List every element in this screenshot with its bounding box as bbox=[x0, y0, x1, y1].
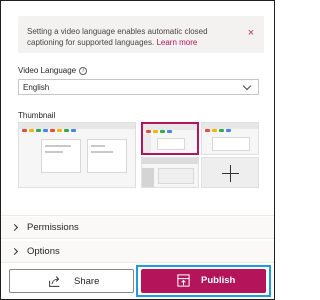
thumbnail-preview-card bbox=[212, 137, 250, 151]
share-button[interactable]: Share bbox=[9, 269, 134, 293]
plus-icon-horizontal bbox=[222, 173, 239, 174]
options-section-toggle[interactable]: Options bbox=[1, 241, 274, 263]
chevron-right-icon bbox=[10, 223, 19, 232]
thumbnail-preview-icons bbox=[143, 130, 197, 134]
thumbnail-option-4[interactable] bbox=[141, 157, 199, 188]
info-icon[interactable]: i bbox=[79, 66, 88, 75]
add-thumbnail-button[interactable] bbox=[201, 157, 259, 188]
video-language-label-row: Video Language i bbox=[18, 66, 88, 75]
video-language-label: Video Language bbox=[18, 66, 77, 75]
chevron-right-icon bbox=[10, 247, 19, 256]
video-language-dropdown[interactable]: English bbox=[18, 79, 259, 95]
thumbnail-preview-toolbar bbox=[142, 158, 198, 164]
publish-button[interactable]: Publish bbox=[141, 269, 266, 293]
thumbnail-preview-line bbox=[91, 145, 105, 147]
permissions-label: Permissions bbox=[27, 222, 79, 233]
publish-panel: Setting a video language enables automat… bbox=[0, 0, 275, 300]
thumbnail-preview-line bbox=[45, 145, 71, 147]
video-language-value: English bbox=[23, 83, 50, 92]
thumbnail-preview-line bbox=[45, 151, 63, 153]
thumbnail-preview-card bbox=[157, 138, 185, 150]
info-message-bar: Setting a video language enables automat… bbox=[18, 16, 264, 53]
thumbnail-preview-card bbox=[158, 168, 194, 184]
thumbnail-option-3[interactable] bbox=[201, 122, 259, 155]
thumbnail-preview-icons bbox=[202, 129, 258, 133]
close-icon[interactable]: × bbox=[246, 28, 256, 39]
thumbnail-option-1[interactable] bbox=[18, 122, 136, 188]
publish-label: Publish bbox=[201, 275, 236, 286]
thumbnail-label: Thumbnail bbox=[18, 111, 56, 120]
thumbnail-preview-sidebar bbox=[143, 134, 151, 153]
publish-icon bbox=[177, 274, 190, 287]
section-divider bbox=[1, 215, 274, 216]
options-label: Options bbox=[27, 246, 60, 257]
thumbnail-preview-line bbox=[91, 151, 113, 153]
thumbnail-preview-sidebar bbox=[142, 168, 154, 187]
chevron-down-icon bbox=[242, 81, 252, 91]
thumbnail-preview-icons bbox=[19, 129, 135, 133]
thumbnail-option-2-selected[interactable] bbox=[141, 122, 199, 155]
share-icon bbox=[49, 276, 60, 287]
learn-more-link[interactable]: Learn more bbox=[156, 38, 197, 47]
permissions-section-toggle[interactable]: Permissions bbox=[1, 217, 274, 239]
share-label: Share bbox=[74, 276, 100, 287]
info-message: Setting a video language enables automat… bbox=[27, 26, 235, 48]
